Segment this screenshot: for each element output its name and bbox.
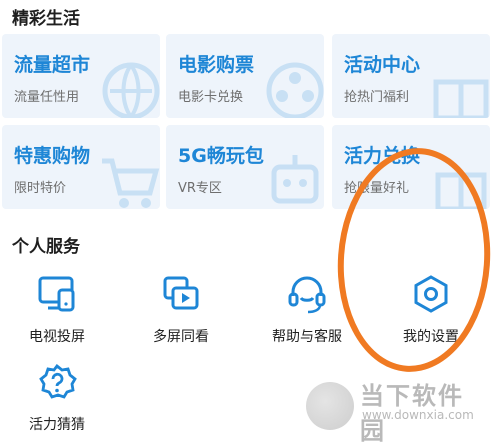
card-flow-market[interactable]: 流量超市 流量任性用 xyxy=(2,34,160,118)
card-activity-center[interactable]: 活动中心 抢热门福利 xyxy=(332,34,490,118)
service-label: 电视投屏 xyxy=(29,329,85,345)
card-subtitle: 流量任性用 xyxy=(14,90,80,105)
service-tv-cast[interactable]: 电视投屏 xyxy=(2,272,112,346)
multi-screen-icon xyxy=(163,276,199,310)
tv-cast-icon xyxy=(38,276,75,312)
card-title: 5G畅玩包 xyxy=(178,145,264,167)
card-title: 电影购票 xyxy=(178,54,255,76)
globe-icon xyxy=(102,62,160,118)
section-title-personal-services: 个人服务 xyxy=(12,237,80,257)
film-reel-icon xyxy=(266,62,324,118)
card-title: 流量超市 xyxy=(14,54,91,76)
service-label: 活力猜猜 xyxy=(29,417,85,433)
card-subtitle: 电影卡兑换 xyxy=(178,90,244,105)
question-badge-icon xyxy=(39,364,77,399)
gift-icon xyxy=(433,79,489,118)
watermark: 当下软件园 www.downxia.com xyxy=(306,376,486,445)
card-title: 特惠购物 xyxy=(14,145,91,167)
service-vitality-guess[interactable]: 活力猜猜 xyxy=(2,360,112,434)
card-title: 活动中心 xyxy=(344,54,421,76)
service-multi-screen[interactable]: 多屏同看 xyxy=(126,272,236,346)
cart-icon xyxy=(102,158,160,208)
card-subtitle: VR专区 xyxy=(178,181,222,196)
headset-icon xyxy=(288,276,326,314)
card-movie-ticket[interactable]: 电影购票 电影卡兑换 xyxy=(166,34,324,118)
service-label: 帮助与客服 xyxy=(272,329,342,345)
watermark-logo-icon xyxy=(306,382,354,430)
robot-icon xyxy=(271,155,319,204)
watermark-url: www.downxia.com xyxy=(362,408,474,422)
section-title-lifestyle: 精彩生活 xyxy=(12,9,80,29)
card-subtitle: 抢热门福利 xyxy=(344,90,410,105)
service-label: 多屏同看 xyxy=(153,329,209,345)
card-subtitle: 限时特价 xyxy=(14,181,67,196)
card-5g-package[interactable]: 5G畅玩包 VR专区 xyxy=(166,125,324,209)
card-special-shopping[interactable]: 特惠购物 限时特价 xyxy=(2,125,160,209)
